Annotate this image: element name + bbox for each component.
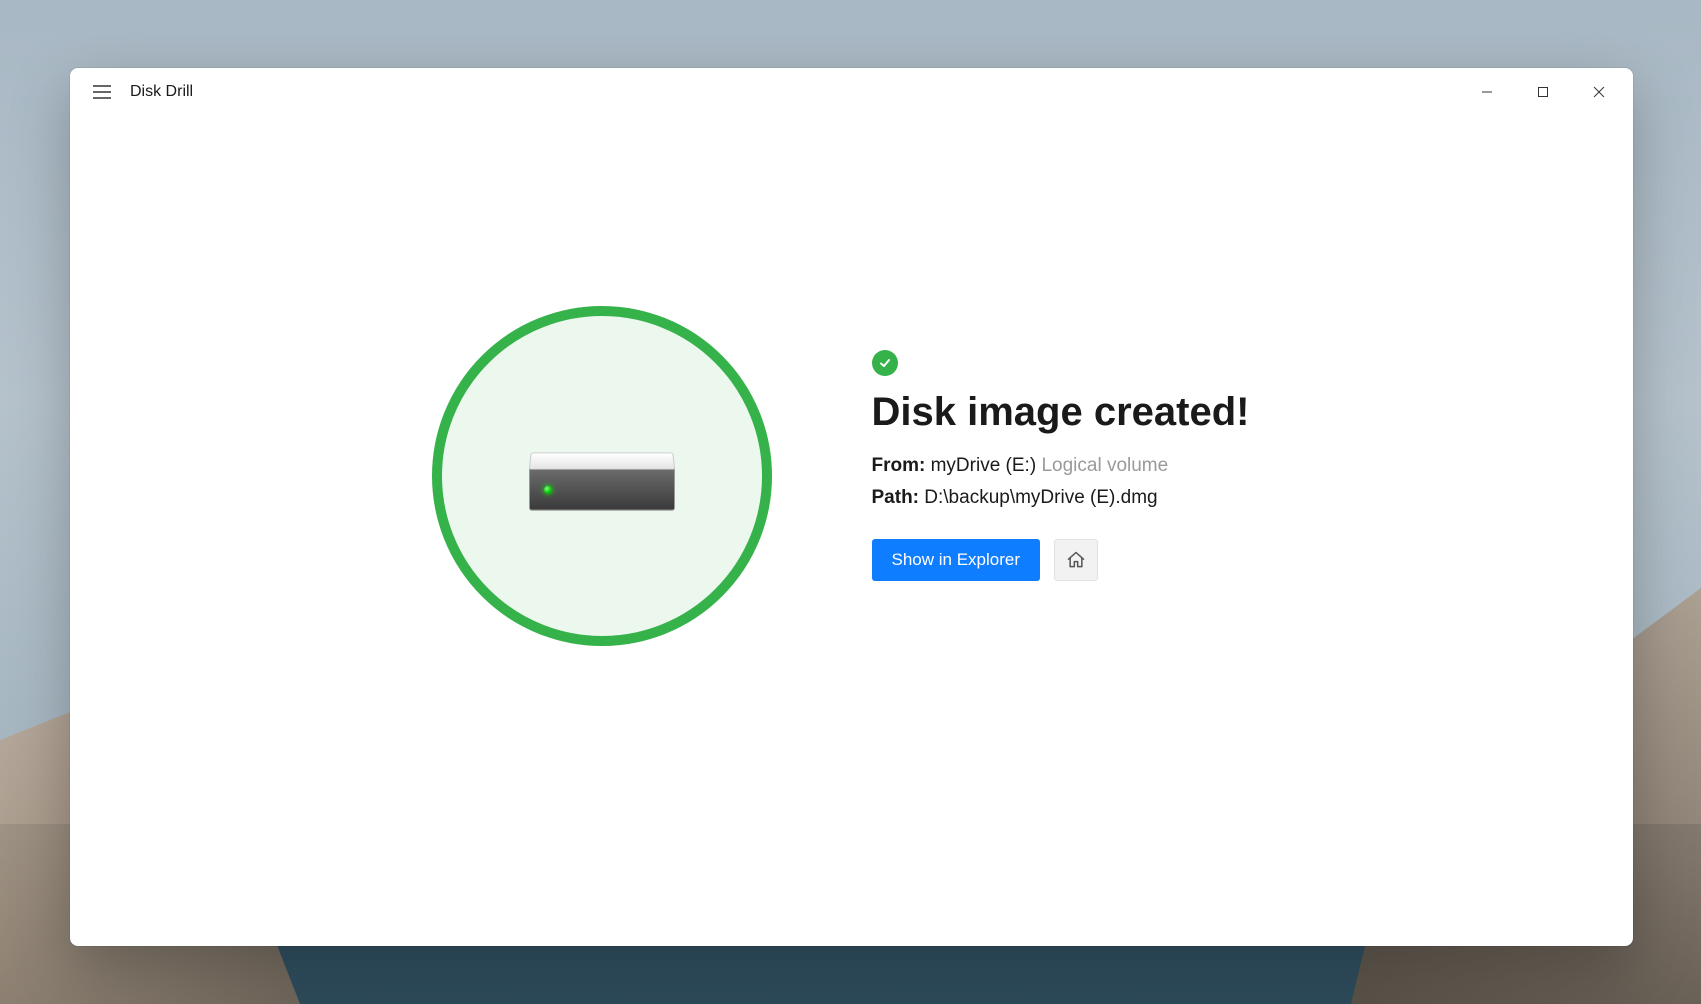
show-in-explorer-button[interactable]: Show in Explorer [872,539,1041,581]
minimize-icon [1481,86,1493,98]
home-button[interactable] [1054,539,1098,581]
main-content: Disk image created! From: myDrive (E:) L… [70,116,1633,946]
from-value: myDrive (E:) [931,455,1037,476]
from-label: From: [872,455,926,476]
maximize-icon [1537,86,1549,98]
drive-face [529,469,675,511]
button-row: Show in Explorer [872,539,1272,581]
app-window: Disk Drill [70,68,1633,946]
close-icon [1593,86,1605,98]
result-heading: Disk image created! [872,390,1272,435]
hamburger-icon [93,85,111,99]
window-controls [1459,72,1627,112]
success-check-badge [872,350,898,376]
drive-icon [529,451,675,511]
path-label: Path: [872,487,920,508]
menu-button[interactable] [82,72,122,112]
close-button[interactable] [1571,72,1627,112]
minimize-button[interactable] [1459,72,1515,112]
info-column: Disk image created! From: myDrive (E:) L… [872,306,1272,581]
drive-top [529,452,675,468]
maximize-button[interactable] [1515,72,1571,112]
home-icon [1066,550,1086,570]
path-line: Path: D:\backup\myDrive (E).dmg [872,487,1272,509]
check-icon [878,356,892,370]
success-illustration [432,306,772,646]
titlebar: Disk Drill [70,68,1633,116]
from-line: From: myDrive (E:) Logical volume [872,455,1272,477]
from-type: Logical volume [1041,455,1168,476]
drive-led-icon [544,486,552,494]
app-title: Disk Drill [130,83,193,101]
path-value: D:\backup\myDrive (E).dmg [924,487,1157,508]
